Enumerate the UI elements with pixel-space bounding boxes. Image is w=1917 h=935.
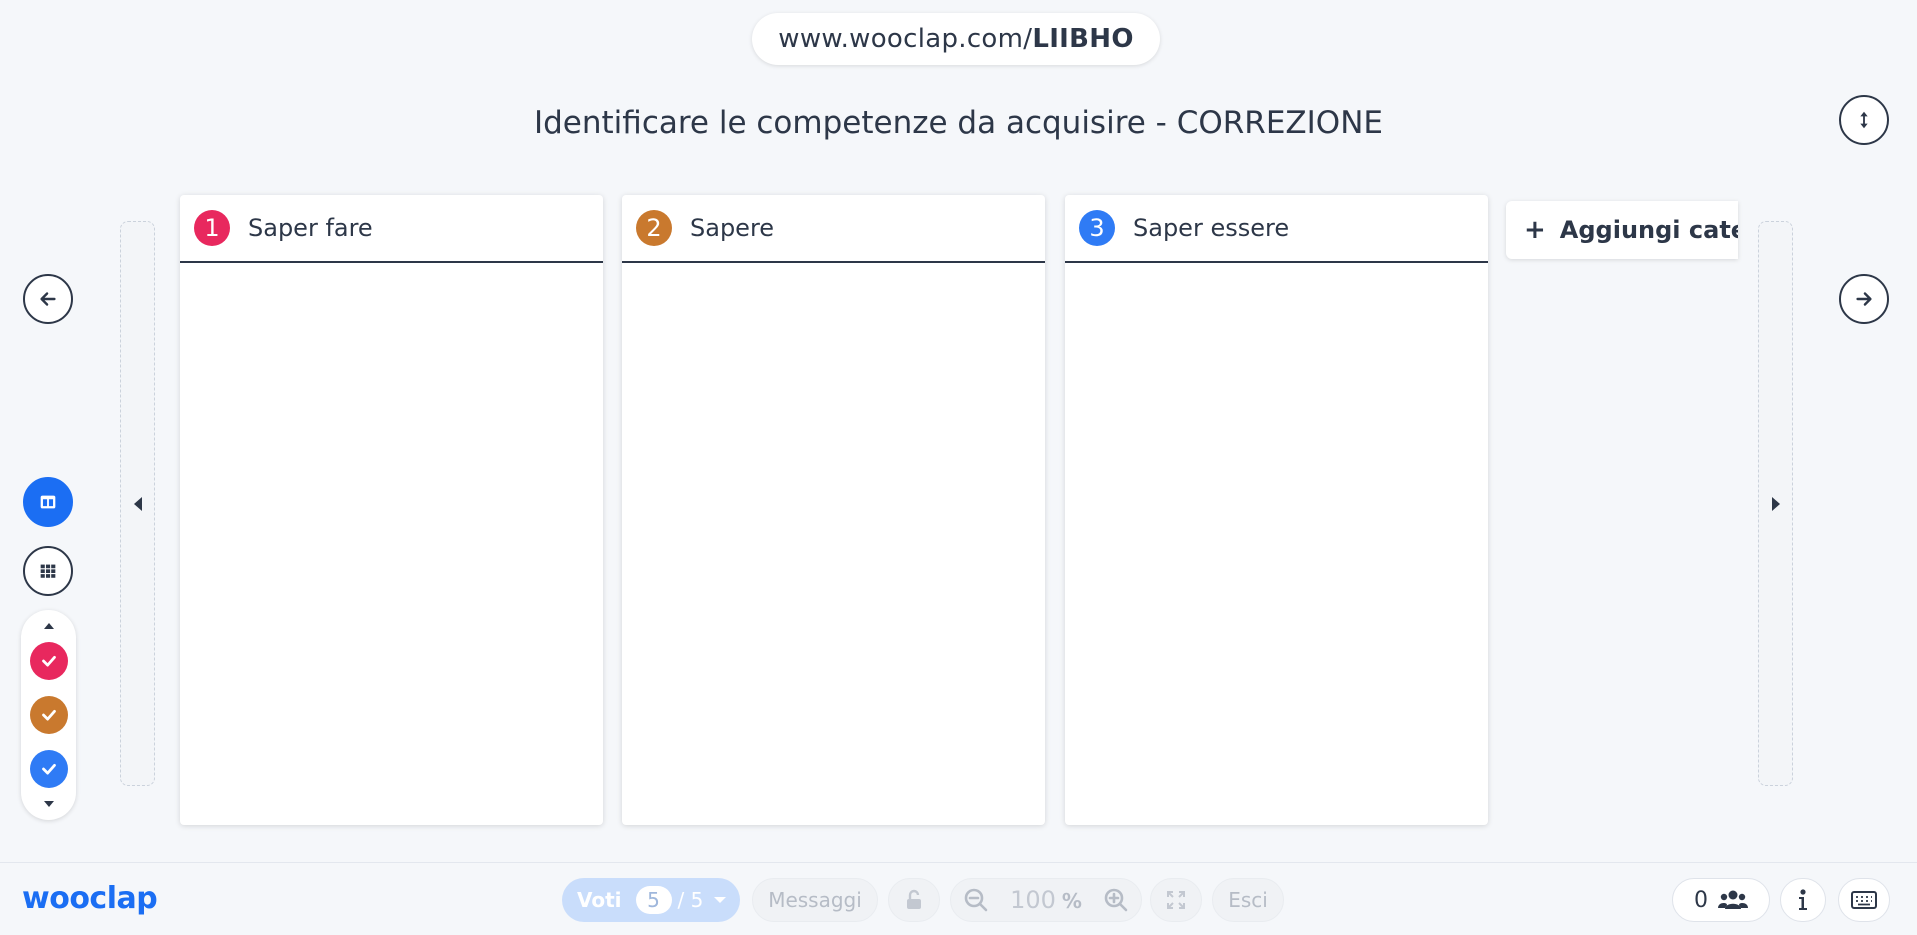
legend-check-1[interactable]: [30, 642, 68, 680]
expand-icon: [1167, 891, 1185, 909]
arrow-left-icon: [40, 292, 56, 306]
info-button[interactable]: [1780, 878, 1826, 922]
zoom-in-icon[interactable]: [1103, 887, 1129, 913]
category-label: Saper essere: [1133, 214, 1290, 242]
category-legend: [21, 610, 76, 820]
wooclap-logo[interactable]: wooclap: [22, 881, 158, 916]
columns-view-button[interactable]: [23, 477, 73, 527]
category-column-2: 2 Sapere: [622, 195, 1045, 825]
plus-icon: +: [1524, 215, 1546, 245]
info-icon: [1799, 889, 1807, 910]
lock-button[interactable]: [888, 878, 940, 922]
arrow-right-icon: [1856, 292, 1872, 306]
event-code: LIIBHO: [1032, 24, 1134, 54]
keyboard-shortcuts-button[interactable]: [1838, 878, 1890, 922]
scroll-right-strip[interactable]: [1758, 221, 1793, 786]
category-label: Saper fare: [248, 214, 373, 242]
check-icon: [42, 655, 56, 667]
category-number-badge: 3: [1079, 210, 1115, 246]
participants-count: 0: [1694, 887, 1708, 913]
votes-button[interactable]: Voti 5 / 5: [562, 878, 740, 922]
zoom-unit: %: [1061, 889, 1082, 913]
caret-right-icon: [1771, 496, 1780, 511]
caret-left-icon: [133, 496, 142, 511]
event-url-prefix: www.wooclap.com/: [778, 24, 1033, 54]
participants-button[interactable]: 0: [1672, 878, 1770, 922]
grid-icon: [40, 564, 56, 578]
users-icon: [1718, 890, 1748, 909]
caret-up-icon: [43, 623, 54, 629]
check-icon: [42, 763, 56, 775]
category-header[interactable]: 2 Sapere: [622, 195, 1045, 263]
votes-label: Voti: [577, 888, 622, 912]
category-column-3: 3 Saper essere: [1065, 195, 1488, 825]
legend-check-2[interactable]: [30, 696, 68, 734]
votes-count: 5: [635, 886, 672, 914]
previous-question-button[interactable]: [23, 274, 73, 324]
grid-view-button[interactable]: [23, 546, 73, 596]
category-column-1: 1 Saper fare: [180, 195, 603, 825]
event-url: www.wooclap.com/LIIBHO: [752, 13, 1160, 65]
caret-down-icon: [43, 801, 54, 807]
add-category-button[interactable]: + Aggiungi categoria: [1506, 201, 1738, 259]
messages-button[interactable]: Messaggi: [752, 878, 878, 922]
category-number-badge: 1: [194, 210, 230, 246]
category-header[interactable]: 1 Saper fare: [180, 195, 603, 263]
check-icon: [42, 709, 56, 721]
fullscreen-button[interactable]: [1150, 878, 1202, 922]
height-toggle-button[interactable]: [1839, 95, 1889, 145]
next-question-button[interactable]: [1839, 274, 1889, 324]
zoom-control: 100%: [950, 878, 1142, 922]
category-label: Sapere: [690, 214, 775, 242]
vertical-arrows-icon: [1860, 111, 1868, 129]
category-header[interactable]: 3 Saper essere: [1065, 195, 1488, 263]
scroll-left-strip[interactable]: [120, 221, 155, 786]
exit-button[interactable]: Esci: [1212, 878, 1284, 922]
bottom-toolbar: wooclap Voti 5 / 5 Messaggi 100% Esci 0: [0, 862, 1917, 935]
legend-check-3[interactable]: [30, 750, 68, 788]
category-number-badge: 2: [636, 210, 672, 246]
zoom-value: 100: [1010, 886, 1056, 914]
keyboard-icon: [1851, 891, 1877, 909]
columns-icon: [40, 495, 56, 509]
zoom-out-icon[interactable]: [963, 887, 989, 913]
question-title: Identificare le competenze da acquisire …: [533, 105, 1383, 141]
legend-scroll-down-button[interactable]: [21, 796, 76, 812]
votes-total: / 5: [677, 888, 704, 912]
add-category-label: Aggiungi categoria: [1559, 216, 1738, 244]
unlock-icon: [907, 889, 921, 909]
legend-scroll-up-button[interactable]: [21, 618, 76, 634]
caret-down-icon: [714, 897, 727, 903]
